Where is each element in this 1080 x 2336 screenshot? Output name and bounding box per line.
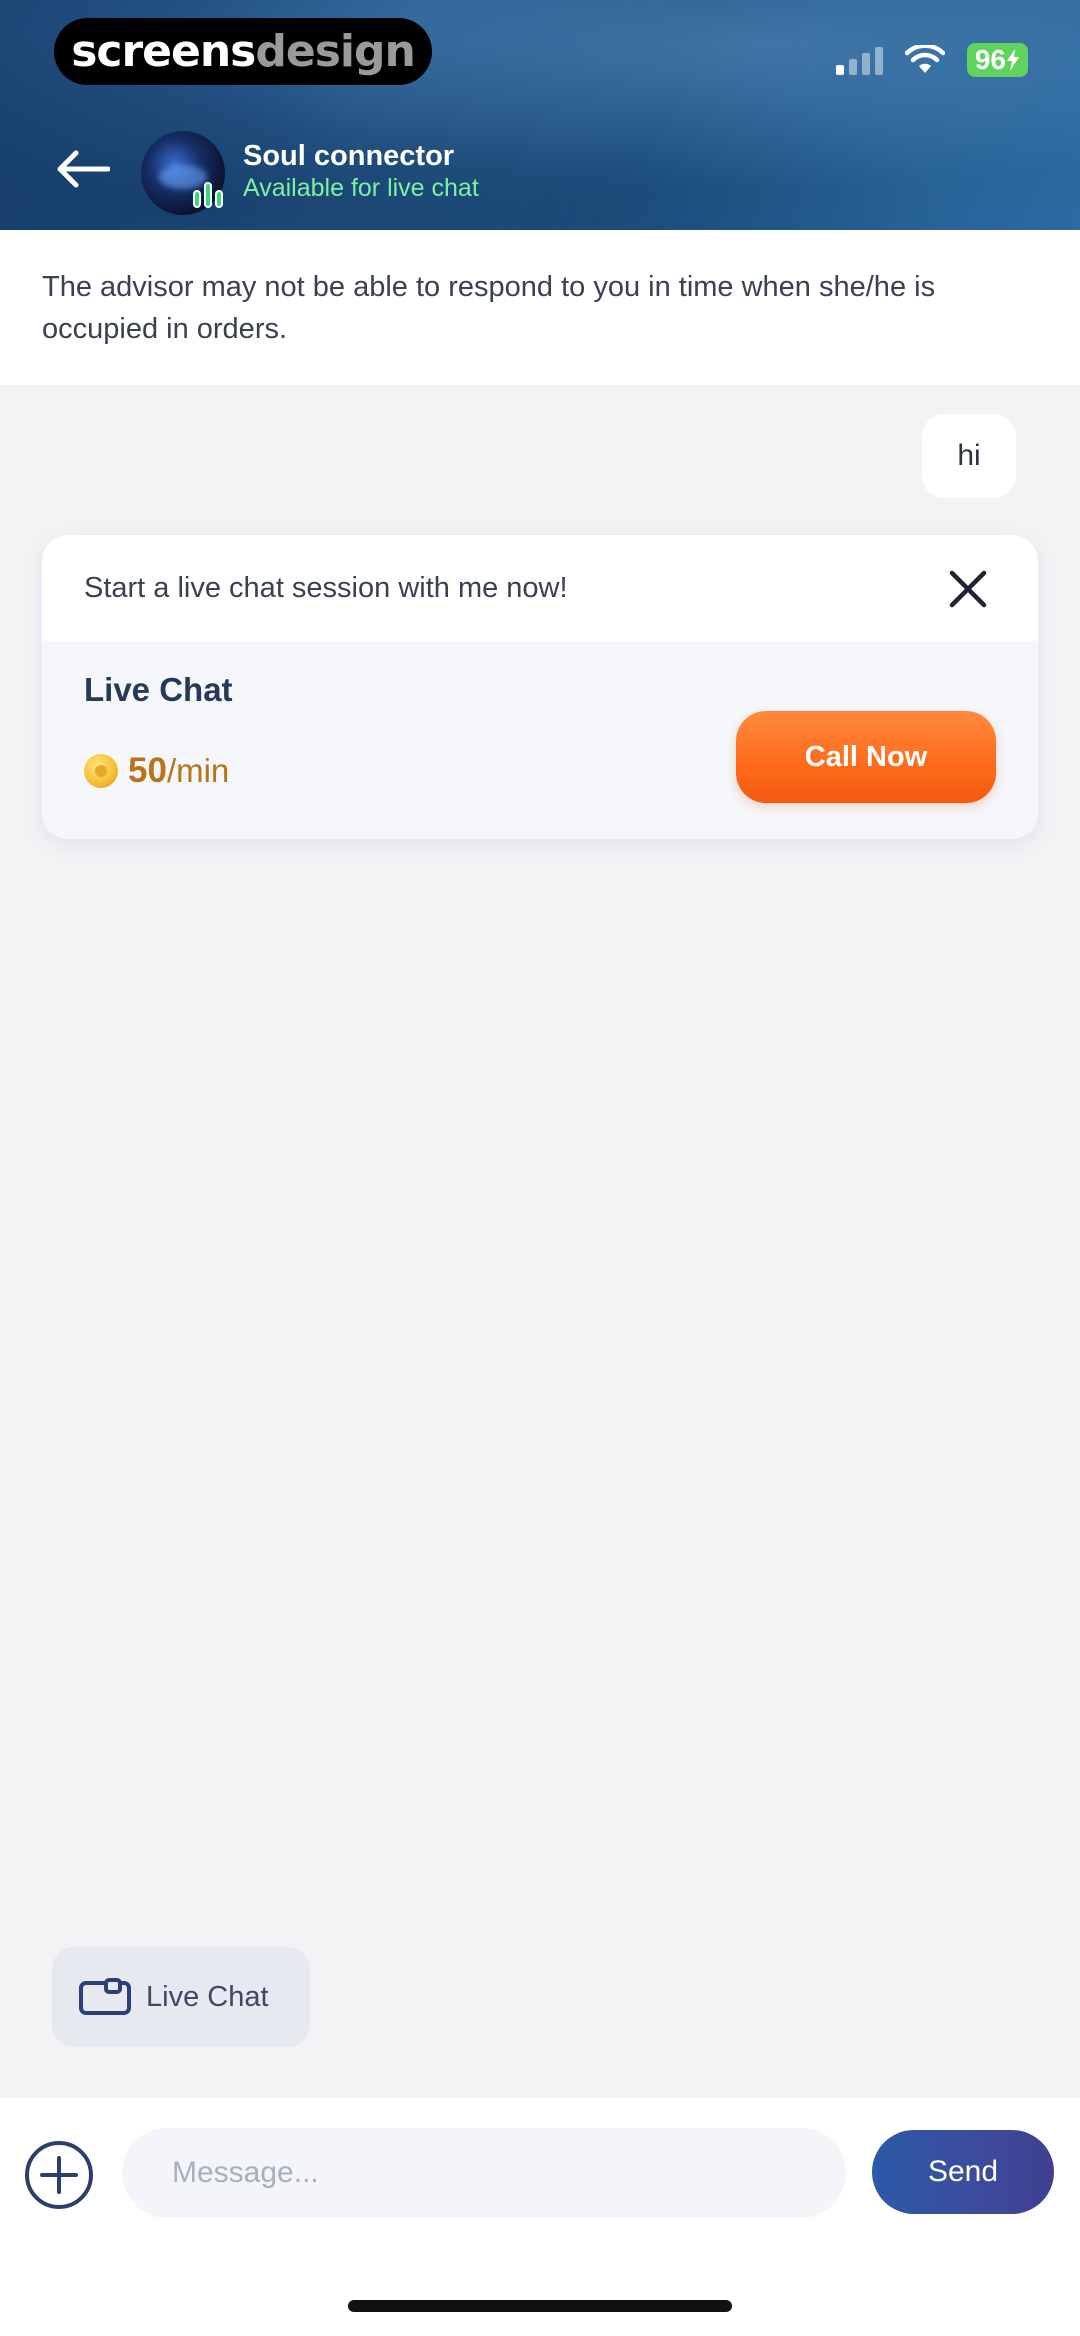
wifi-icon — [904, 45, 945, 73]
quick-action-label: Live Chat — [146, 1980, 269, 2013]
charging-bolt-icon — [1007, 49, 1019, 71]
close-card-button[interactable] — [948, 569, 988, 609]
contact-name: Soul connector — [243, 140, 455, 172]
card-header: Start a live chat session with me now! — [42, 535, 1038, 641]
availability-notice: The advisor may not be able to respond t… — [0, 230, 1080, 385]
home-indicator[interactable] — [348, 2300, 732, 2312]
online-indicator-icon — [193, 182, 223, 208]
invite-text: Start a live chat session with me now! — [84, 571, 568, 604]
live-chat-quick-button[interactable]: Live Chat — [52, 1947, 310, 2047]
live-chat-offer-card: Start a live chat session with me now! L… — [42, 535, 1038, 839]
close-icon — [949, 570, 987, 608]
cellular-signal-icon — [835, 45, 883, 75]
add-attachment-button[interactable] — [24, 2140, 94, 2210]
notice-text: The advisor may not be able to respond t… — [42, 271, 936, 345]
outgoing-message-bubble[interactable]: hi — [922, 414, 1016, 498]
price-unit: /min — [166, 752, 230, 789]
coin-icon — [84, 754, 118, 788]
price-per-minute: 50 /min — [84, 751, 229, 791]
arrow-left-icon — [57, 150, 110, 188]
plus-circle-icon — [25, 2141, 93, 2209]
send-button[interactable]: Send — [872, 2130, 1054, 2214]
watermark-logo: screens design — [54, 18, 432, 85]
call-now-button[interactable]: Call Now — [736, 711, 996, 803]
card-title: Live Chat — [84, 671, 233, 708]
contact-status: Available for live chat — [243, 174, 479, 202]
status-bar: 96 — [835, 40, 1028, 80]
price-value: 50 — [128, 751, 167, 790]
message-input[interactable] — [122, 2128, 846, 2218]
battery-indicator: 96 — [966, 43, 1028, 77]
back-button[interactable] — [52, 146, 112, 192]
live-chat-icon — [79, 1978, 131, 2015]
card-body: Live Chat 50 /min Call Now — [42, 641, 1038, 839]
message-text: hi — [957, 439, 981, 472]
chat-header: screens design 96 Soul connector Availabl… — [0, 0, 1080, 230]
